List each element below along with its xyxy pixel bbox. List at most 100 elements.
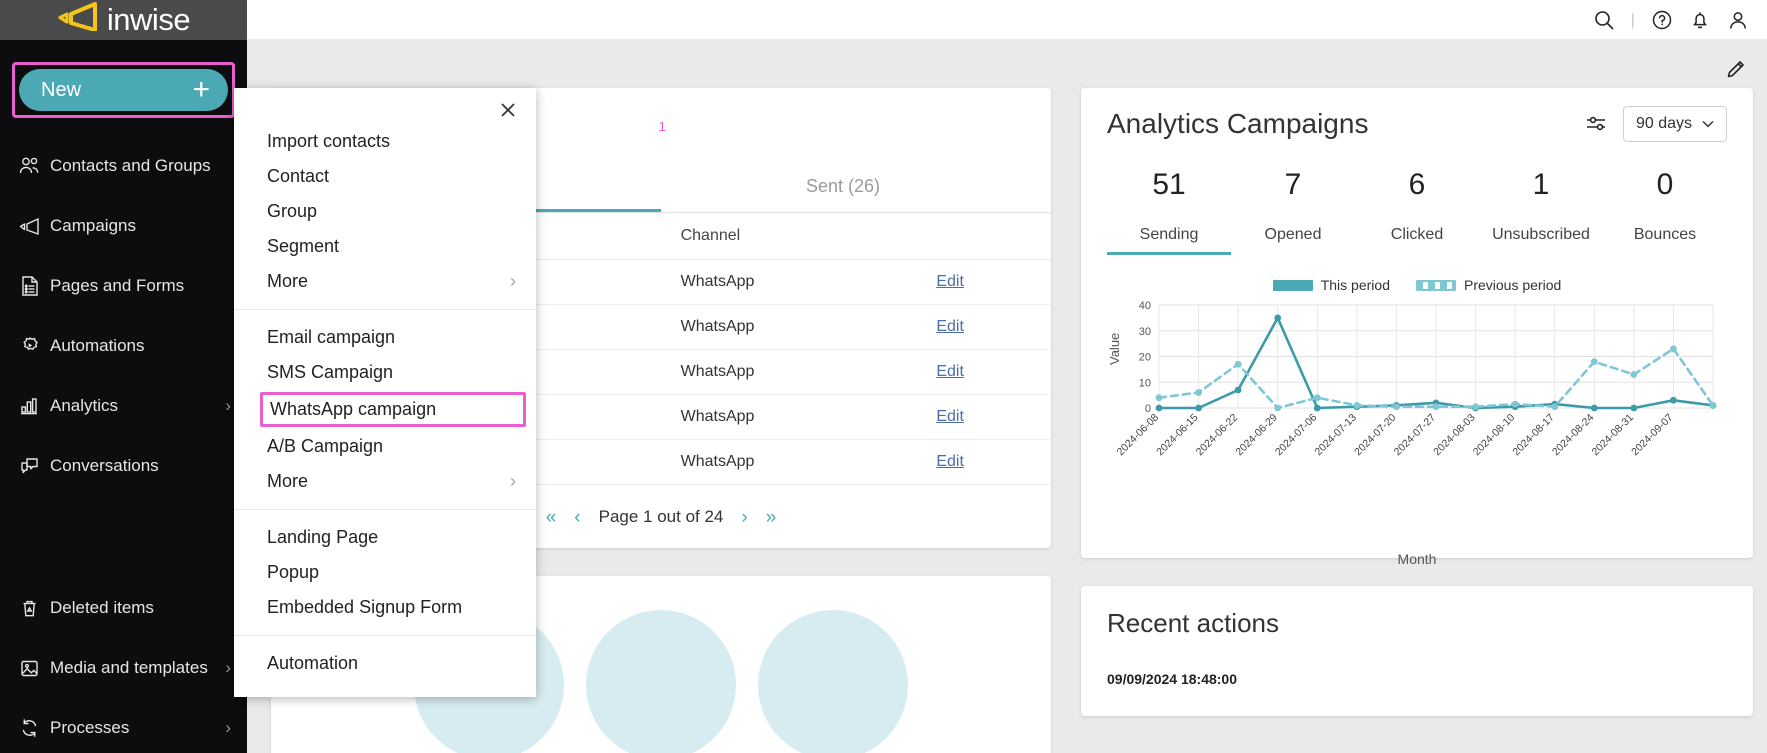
edit-link[interactable]: Edit bbox=[936, 453, 964, 470]
menu-group-pages: Landing Page Popup Embedded Signup Form bbox=[234, 510, 536, 636]
kpi-opened[interactable]: 7 Opened bbox=[1231, 168, 1355, 255]
analytics-kpis: 51 Sending 7 Opened 6 Clicked 1 Unsubscr… bbox=[1107, 168, 1727, 255]
new-button-highlight: New + bbox=[12, 62, 235, 118]
menu-item-label: More bbox=[267, 471, 309, 491]
kpi-label: Sending bbox=[1139, 226, 1199, 243]
kpi-label: Bounces bbox=[1633, 226, 1697, 243]
menu-item-whatsapp-campaign[interactable]: WhatsApp campaign bbox=[260, 392, 526, 427]
pagination-prev-button[interactable]: ‹ bbox=[574, 508, 580, 527]
sliders-icon[interactable] bbox=[1585, 114, 1609, 134]
date-range-select[interactable]: 90 days bbox=[1622, 106, 1727, 142]
sidebar-item-analytics[interactable]: Analytics › bbox=[0, 376, 247, 436]
kpi-label: Opened bbox=[1264, 226, 1322, 243]
sidebar: inwise New + Contacts and Groups Campaig… bbox=[0, 0, 247, 753]
pagination-first-button[interactable]: « bbox=[546, 508, 557, 527]
sidebar-item-label: Media and templates bbox=[50, 658, 208, 677]
chat-bubbles-icon bbox=[18, 456, 50, 477]
legend-swatch-dashed bbox=[1415, 279, 1456, 291]
top-bar: | bbox=[247, 0, 1767, 40]
search-icon[interactable] bbox=[1593, 9, 1615, 31]
sidebar-item-media-and-templates[interactable]: Media and templates › bbox=[0, 638, 247, 698]
plus-icon: + bbox=[192, 73, 210, 106]
tab-sent[interactable]: Sent (26) bbox=[661, 166, 1025, 212]
menu-item-automation[interactable]: Automation bbox=[234, 646, 536, 681]
menu-item-more-campaigns[interactable]: More › bbox=[234, 464, 536, 499]
menu-item-label: Import contacts bbox=[267, 131, 391, 151]
edit-link[interactable]: Edit bbox=[936, 273, 964, 290]
menu-item-label: Embedded Signup Form bbox=[267, 597, 463, 617]
menu-item-embedded-signup-form[interactable]: Embedded Signup Form bbox=[234, 590, 536, 625]
menu-item-import-contacts[interactable]: Import contacts bbox=[234, 124, 536, 159]
menu-item-landing-page[interactable]: Landing Page bbox=[234, 520, 536, 555]
user-account-icon[interactable] bbox=[1727, 9, 1749, 31]
menu-item-label: Contact bbox=[267, 166, 330, 186]
sidebar-item-campaigns[interactable]: Campaigns bbox=[0, 196, 247, 256]
cell-channel: WhatsApp bbox=[654, 349, 911, 395]
gear-play-icon bbox=[18, 335, 50, 357]
svg-text:2024-09-07: 2024-09-07 bbox=[1629, 412, 1676, 459]
menu-item-sms-campaign[interactable]: SMS Campaign bbox=[234, 355, 536, 390]
menu-item-group[interactable]: Group bbox=[234, 194, 536, 229]
menu-item-email-campaign[interactable]: Email campaign bbox=[234, 320, 536, 355]
sidebar-item-contacts-and-groups[interactable]: Contacts and Groups bbox=[0, 136, 247, 196]
divider: | bbox=[1630, 9, 1635, 29]
menu-group-automation: Automation bbox=[234, 636, 536, 691]
kpi-value: 1 bbox=[1532, 168, 1550, 201]
new-button[interactable]: New + bbox=[19, 69, 228, 111]
sidebar-item-pages-and-forms[interactable]: Pages and Forms bbox=[0, 256, 247, 316]
edit-link[interactable]: Edit bbox=[936, 408, 964, 425]
sidebar-item-label: Automations bbox=[50, 336, 145, 355]
kpi-label: Clicked bbox=[1390, 226, 1444, 243]
menu-item-popup[interactable]: Popup bbox=[234, 555, 536, 590]
stat-circle-tertiary[interactable] bbox=[758, 610, 908, 753]
new-button-label: New bbox=[41, 78, 82, 101]
sidebar-item-label: Deleted items bbox=[50, 598, 154, 617]
pagination-last-button[interactable]: » bbox=[766, 508, 777, 527]
svg-text:2024-07-13: 2024-07-13 bbox=[1313, 412, 1360, 459]
campaigns-badge: 1 bbox=[658, 119, 666, 134]
menu-group-campaigns: Email campaign SMS Campaign WhatsApp cam… bbox=[234, 310, 536, 510]
chevron-down-icon bbox=[1702, 115, 1714, 133]
pencil-edit-icon[interactable] bbox=[1725, 58, 1747, 85]
chevron-right-icon: › bbox=[225, 396, 231, 415]
help-circle-icon[interactable] bbox=[1651, 9, 1673, 31]
kpi-unsubscribed[interactable]: 1 Unsubscribed bbox=[1479, 168, 1603, 255]
pagination-label: Page 1 out of 24 bbox=[598, 507, 724, 526]
menu-group-contacts: Import contacts Contact Group Segment Mo… bbox=[234, 88, 536, 310]
menu-item-ab-campaign[interactable]: A/B Campaign bbox=[234, 429, 536, 464]
legend-label: This period bbox=[1320, 277, 1390, 293]
menu-item-more-contacts[interactable]: More › bbox=[234, 264, 536, 299]
bar-chart-icon bbox=[18, 396, 50, 416]
svg-text:10: 10 bbox=[1139, 377, 1151, 389]
edit-link[interactable]: Edit bbox=[936, 363, 964, 380]
edit-link[interactable]: Edit bbox=[936, 318, 964, 335]
menu-item-contact[interactable]: Contact bbox=[234, 159, 536, 194]
legend-item-previous-period: Previous period bbox=[1415, 277, 1562, 293]
menu-item-label: WhatsApp campaign bbox=[270, 399, 437, 419]
sidebar-item-automations[interactable]: Automations bbox=[0, 316, 247, 376]
svg-text:2024-08-17: 2024-08-17 bbox=[1510, 412, 1557, 459]
pagination-next-button[interactable]: › bbox=[741, 508, 747, 527]
stat-circle-secondary[interactable] bbox=[586, 610, 736, 753]
kpi-value: 51 bbox=[1152, 168, 1186, 201]
menu-item-label: More bbox=[267, 271, 309, 291]
sidebar-item-deleted-items[interactable]: Deleted items bbox=[0, 578, 247, 638]
svg-text:2024-07-27: 2024-07-27 bbox=[1392, 412, 1439, 459]
menu-item-segment[interactable]: Segment bbox=[234, 229, 536, 264]
chevron-right-icon: › bbox=[225, 718, 231, 737]
new-dropdown-menu: Import contacts Contact Group Segment Mo… bbox=[234, 88, 536, 697]
analytics-chart: Value 0 10 20 30 40 2024-06-08 2024-06-15 2024-… bbox=[1107, 295, 1727, 567]
legend-label: Previous period bbox=[1463, 277, 1562, 293]
kpi-sending[interactable]: 51 Sending bbox=[1107, 168, 1231, 255]
menu-item-label: Email campaign bbox=[267, 327, 396, 347]
notification-bell-icon[interactable] bbox=[1689, 9, 1711, 31]
kpi-bounces[interactable]: 0 Bounces bbox=[1603, 168, 1727, 255]
close-icon[interactable] bbox=[498, 100, 518, 125]
cell-action: Edit bbox=[910, 394, 1051, 440]
sidebar-item-conversations[interactable]: Conversations bbox=[0, 436, 247, 496]
analytics-title: Analytics Campaigns bbox=[1107, 108, 1369, 139]
kpi-clicked[interactable]: 6 Clicked bbox=[1355, 168, 1479, 255]
sidebar-item-processes[interactable]: Processes › bbox=[0, 698, 247, 753]
svg-text:30: 30 bbox=[1139, 326, 1151, 338]
app-root: inwise New + Contacts and Groups Campaig… bbox=[0, 0, 1767, 753]
